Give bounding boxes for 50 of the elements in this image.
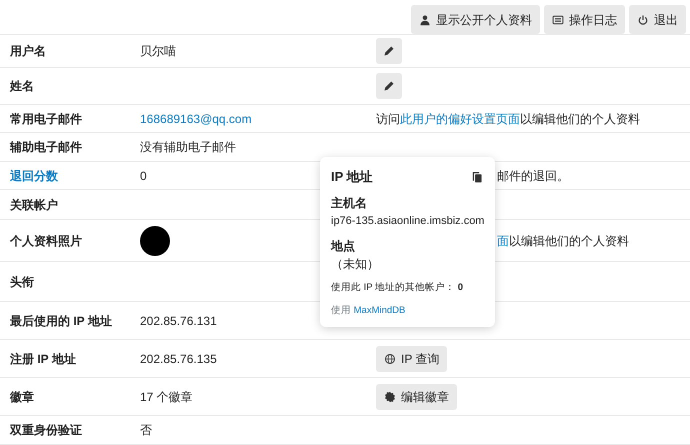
hostname-value: ip76-135.asiaonline.imsbiz.com <box>331 214 484 229</box>
field-label: 姓名 <box>10 79 34 93</box>
help-text: 面以编辑他们的个人资料 <box>497 232 629 250</box>
toolbar-button[interactable]: 退出 <box>629 5 686 34</box>
email-link[interactable]: 168689163@qq.com <box>140 112 252 126</box>
location-label: 地点 <box>331 239 356 255</box>
edit-button[interactable] <box>376 38 402 64</box>
power-icon <box>637 14 649 26</box>
location-value: （未知） <box>331 256 380 272</box>
preferences-link[interactable]: 此用户的偏好设置页面 <box>400 112 520 126</box>
edit-icon <box>383 80 395 92</box>
source-label: 使用 <box>331 304 351 316</box>
other-accounts-count: 0 <box>458 282 464 294</box>
field-label: 辅助电子邮件 <box>10 140 82 154</box>
field-value: 没有辅助电子邮件 <box>140 140 236 154</box>
field-value: 17 个徽章 <box>140 390 193 404</box>
log-icon <box>552 14 564 26</box>
popover-title: IP 地址 <box>331 169 373 186</box>
hostname-label: 主机名 <box>331 196 368 212</box>
field-label: 最后使用的 IP 地址 <box>10 314 112 328</box>
globe-icon <box>384 352 396 364</box>
field-value: 202.85.76.131 <box>140 314 217 328</box>
maxmind-link[interactable]: MaxMindDB <box>354 304 406 316</box>
other-accounts-label: 使用此 IP 地址的其他帐户： <box>331 282 456 294</box>
field-label-link[interactable]: 退回分数 <box>10 168 58 182</box>
copy-icon[interactable] <box>471 170 484 184</box>
field-label: 常用电子邮件 <box>10 112 82 126</box>
field-value: 0 <box>140 168 147 182</box>
preferences-link[interactable]: 面 <box>497 234 509 248</box>
toolbar-button[interactable]: 显示公开个人资料 <box>411 5 540 34</box>
edit-icon <box>383 45 395 57</box>
field-label: 头衔 <box>10 274 34 288</box>
help-text: 访问此用户的偏好设置页面以编辑他们的个人资料 <box>376 112 640 126</box>
field-label: 关联帐户 <box>10 198 58 212</box>
field-value: 202.85.76.135 <box>140 352 217 366</box>
field-label: 个人资料照片 <box>10 234 82 248</box>
field-value: 贝尔喵 <box>140 44 176 58</box>
ip-lookup-button[interactable]: IP 查询 <box>376 346 448 372</box>
field-label: 双重身份验证 <box>10 423 82 437</box>
edit-badges-button[interactable]: 编辑徽章 <box>376 384 457 410</box>
field-value: 否 <box>140 423 152 437</box>
field-label: 注册 IP 地址 <box>10 352 76 366</box>
avatar <box>140 226 170 256</box>
toolbar-button[interactable]: 操作日志 <box>544 5 625 34</box>
field-label: 徽章 <box>10 390 34 404</box>
person-icon <box>419 14 431 26</box>
edit-button[interactable] <box>376 73 402 99</box>
help-text: 邮件的退回。 <box>497 168 569 184</box>
field-label: 用户名 <box>10 44 46 58</box>
badge-icon <box>384 390 396 402</box>
